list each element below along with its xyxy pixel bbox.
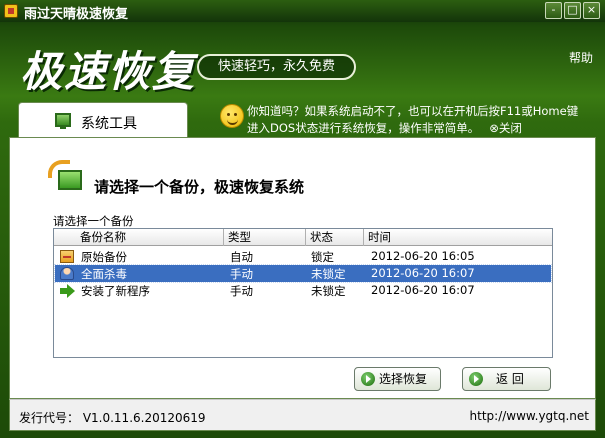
maximize-button[interactable]: □ (564, 2, 581, 19)
main-title: 请选择一个备份，极速恢复系统 (94, 178, 305, 196)
select-restore-button[interactable]: 选择恢复 (354, 367, 441, 391)
status-bar: 发行代号： V1.0.11.6.20120619 http://www.ygtq… (9, 399, 596, 431)
list-row[interactable]: 原始备份 自动 锁定 2012-06-20 16:05 (55, 248, 551, 265)
row-time: 2012-06-20 16:05 (371, 249, 475, 263)
website-link[interactable]: http://www.ygtq.net (470, 409, 589, 423)
smiley-icon (220, 104, 244, 128)
app-window: 雨过天晴极速恢复 - □ × 极速恢复 快速轻巧，永久免费 帮助 系统工具 你知… (0, 0, 605, 438)
select-restore-label: 选择恢复 (379, 372, 428, 386)
row-status: 未锁定 (311, 284, 346, 298)
disk-icon (60, 250, 74, 263)
play-icon (469, 372, 483, 386)
window-title: 雨过天晴极速恢复 (24, 7, 129, 22)
column-header-status[interactable]: 状态 (306, 229, 364, 246)
row-name: 全面杀毒 (81, 267, 127, 281)
list-header: 备份名称 类型 状态 时间 (54, 229, 552, 246)
row-type: 手动 (230, 267, 253, 281)
logo-text: 极速恢复 (20, 47, 197, 96)
help-link[interactable]: 帮助 (569, 49, 593, 66)
list-caption: 请选择一个备份 (53, 214, 134, 228)
back-label: 返 回 (496, 372, 524, 386)
row-name: 原始备份 (81, 250, 127, 264)
row-status: 未锁定 (311, 267, 346, 281)
tip-text-line1: 你知道吗？如果系统启动不了，也可以在开机后按F11或Home键 (247, 104, 579, 118)
column-header-type[interactable]: 类型 (224, 229, 306, 246)
tab-label: 系统工具 (81, 116, 137, 132)
version-text: 发行代号： V1.0.11.6.20120619 (19, 411, 206, 425)
play-icon (361, 372, 375, 386)
tip-close-link[interactable]: ⊗关闭 (489, 121, 522, 135)
row-time: 2012-06-20 16:07 (371, 266, 475, 280)
row-name: 安装了新程序 (81, 284, 150, 298)
column-header-time[interactable]: 时间 (364, 229, 552, 246)
row-type: 自动 (230, 250, 253, 264)
backup-list[interactable]: 备份名称 类型 状态 时间 原始备份 自动 锁定 2012-06-20 16:0… (53, 228, 553, 358)
list-row-selected[interactable]: 全面杀毒 手动 未锁定 2012-06-20 16:07 (54, 264, 552, 283)
monitor-icon (55, 113, 71, 129)
slogan-badge: 快速轻巧，永久免费 (197, 54, 356, 80)
restore-system-icon (48, 160, 82, 192)
row-type: 手动 (230, 284, 253, 298)
app-icon (4, 4, 18, 18)
close-button[interactable]: × (583, 2, 600, 19)
user-icon (60, 267, 74, 280)
tip-text-line2-body: 进入DOS状态进行系统恢复，操作非常简单。 (247, 121, 480, 135)
column-header-name[interactable]: 备份名称 (54, 229, 224, 246)
title-bar[interactable]: 雨过天晴极速恢复 - □ × (0, 0, 605, 22)
minimize-button[interactable]: - (545, 2, 562, 19)
back-button[interactable]: 返 回 (462, 367, 551, 391)
row-status: 锁定 (311, 250, 334, 264)
tab-system-tools[interactable]: 系统工具 (18, 102, 188, 138)
arrow-right-icon (60, 284, 75, 298)
monitor-icon (58, 170, 82, 190)
list-row[interactable]: 安装了新程序 手动 未锁定 2012-06-20 16:07 (55, 282, 551, 299)
row-time: 2012-06-20 16:07 (371, 283, 475, 297)
tip-text-line2: 进入DOS状态进行系统恢复，操作非常简单。 ⊗关闭 (247, 120, 522, 136)
